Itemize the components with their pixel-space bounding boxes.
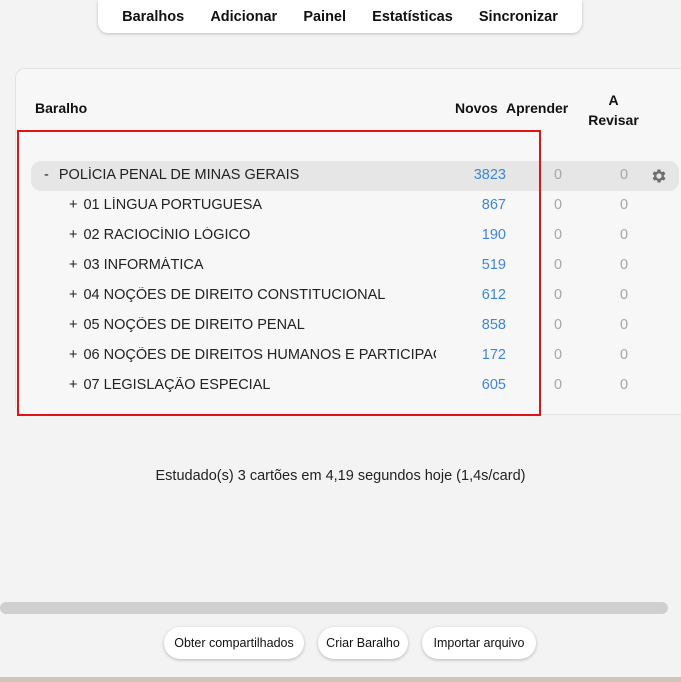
gear-icon[interactable] [650, 167, 668, 185]
learn-count: 0 [554, 317, 563, 333]
column-header-review-line2: Revisar [588, 112, 639, 128]
learn-count: 0 [554, 377, 563, 393]
create-deck-button[interactable]: Criar Baralho [318, 627, 408, 659]
import-file-button[interactable]: Importar arquivo [422, 627, 536, 659]
review-count: 0 [620, 257, 629, 273]
top-nav-bar: Baralhos Adicionar Painel Estatísticas S… [98, 0, 582, 33]
learn-count: 0 [554, 227, 563, 243]
review-count: 0 [620, 347, 629, 363]
red-highlight-box [17, 130, 541, 416]
column-header-review-line1: A [608, 92, 619, 108]
column-header-deck: Baralho [35, 100, 88, 116]
review-count: 0 [620, 317, 629, 333]
nav-stats-button[interactable]: Estatísticas [366, 7, 459, 27]
get-shared-button[interactable]: Obter compartilhados [164, 627, 304, 659]
nav-decks-button[interactable]: Baralhos [116, 7, 190, 27]
review-count: 0 [620, 377, 629, 393]
review-count: 0 [620, 167, 629, 183]
column-header-new: Novos [455, 100, 498, 116]
horizontal-scrollbar[interactable] [0, 602, 668, 614]
learn-count: 0 [554, 197, 563, 213]
study-stats-text: Estudado(s) 3 cartões em 4,19 segundos h… [155, 468, 526, 484]
learn-count: 0 [554, 257, 563, 273]
learn-count: 0 [554, 347, 563, 363]
nav-browse-button[interactable]: Painel [297, 7, 352, 27]
nav-sync-button[interactable]: Sincronizar [473, 7, 564, 27]
window-bottom-edge [0, 677, 681, 682]
learn-count: 0 [554, 167, 563, 183]
review-count: 0 [620, 227, 629, 243]
review-count: 0 [620, 287, 629, 303]
column-header-review: A Revisar [586, 90, 641, 130]
learn-count: 0 [554, 287, 563, 303]
column-header-learn: Aprender [506, 100, 569, 116]
nav-add-button[interactable]: Adicionar [204, 7, 283, 27]
review-count: 0 [620, 197, 629, 213]
